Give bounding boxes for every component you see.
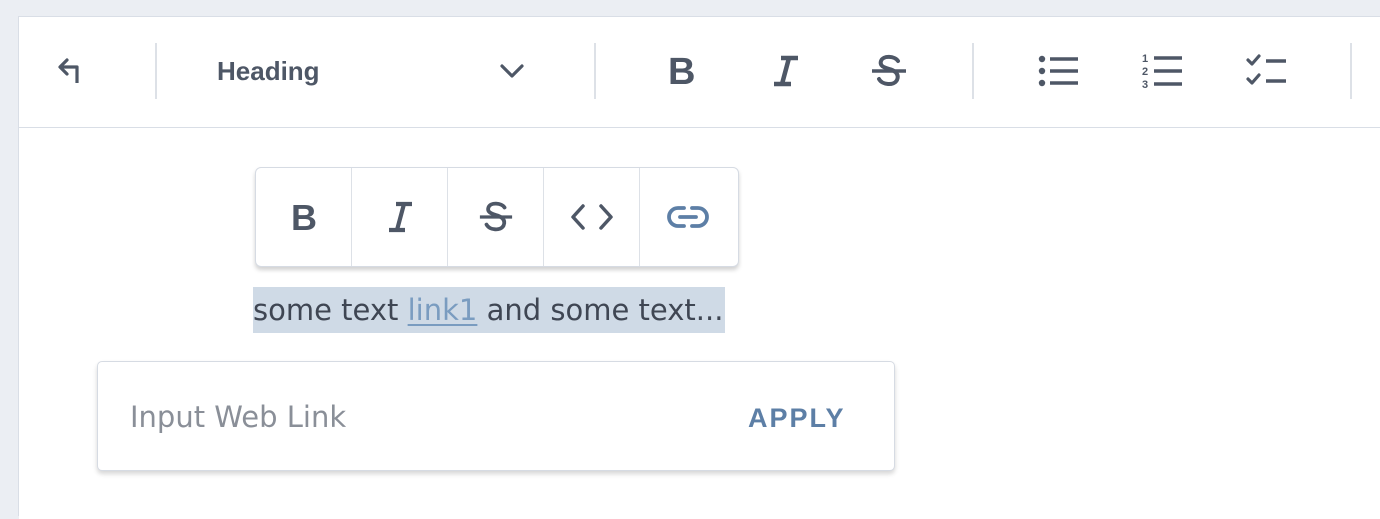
strikethrough-icon	[479, 201, 512, 232]
checklist-icon	[1246, 54, 1286, 85]
bubble-italic-button[interactable]	[352, 168, 448, 266]
toolbar-divider	[155, 43, 157, 99]
toolbar-bold-button[interactable]: B	[651, 41, 711, 101]
selected-paragraph[interactable]: some text link1 and some text...	[253, 287, 726, 333]
paragraph-text-before: some text	[253, 293, 408, 327]
toolbar-divider	[1350, 43, 1352, 99]
bubble-bold-button[interactable]: B	[256, 168, 352, 266]
link-icon	[667, 206, 709, 228]
svg-text:1: 1	[1142, 53, 1148, 65]
italic-icon	[388, 201, 412, 233]
bubble-link-button[interactable]	[640, 168, 736, 266]
bold-icon: B	[291, 200, 317, 234]
chevron-down-icon	[495, 57, 529, 85]
svg-text:2: 2	[1142, 66, 1148, 78]
undo-button[interactable]	[39, 41, 99, 101]
link-input-popover: APPLY	[97, 361, 895, 471]
checklist-button[interactable]	[1237, 41, 1297, 101]
undo-arrow-icon	[58, 58, 79, 83]
web-link-input[interactable]	[130, 392, 690, 442]
italic-icon	[774, 55, 798, 87]
apply-button[interactable]: APPLY	[748, 398, 846, 438]
bubble-strikethrough-button[interactable]	[448, 168, 544, 266]
bubble-menu: B	[255, 167, 739, 267]
heading-select-value: Heading	[217, 55, 320, 86]
toolbar-divider	[594, 43, 596, 99]
bold-icon: B	[668, 53, 695, 89]
paragraph-link[interactable]: link1	[408, 293, 478, 327]
strikethrough-icon	[872, 54, 906, 86]
bullet-list-icon	[1038, 55, 1078, 87]
heading-select[interactable]: Heading	[195, 43, 551, 99]
svg-text:B: B	[291, 200, 317, 234]
toolbar-italic-button[interactable]	[755, 41, 815, 101]
bullet-list-button[interactable]	[1029, 41, 1089, 101]
bubble-code-button[interactable]	[544, 168, 640, 266]
toolbar-divider	[972, 43, 974, 99]
paragraph-text-after: and some text...	[477, 293, 724, 327]
code-icon	[570, 204, 613, 230]
toolbar-strikethrough-button[interactable]	[859, 41, 919, 101]
editor-toolbar: Heading B 1 2 3	[19, 17, 1380, 128]
svg-text:3: 3	[1142, 79, 1148, 90]
svg-text:B: B	[668, 53, 695, 89]
editor-frame: Heading B 1 2 3 B some text link1 and so…	[18, 16, 1380, 519]
numbered-list-button[interactable]: 1 2 3	[1133, 41, 1193, 101]
numbered-list-icon: 1 2 3	[1142, 53, 1182, 90]
editor-content[interactable]: B some text link1 and some text... Input…	[19, 129, 1380, 519]
